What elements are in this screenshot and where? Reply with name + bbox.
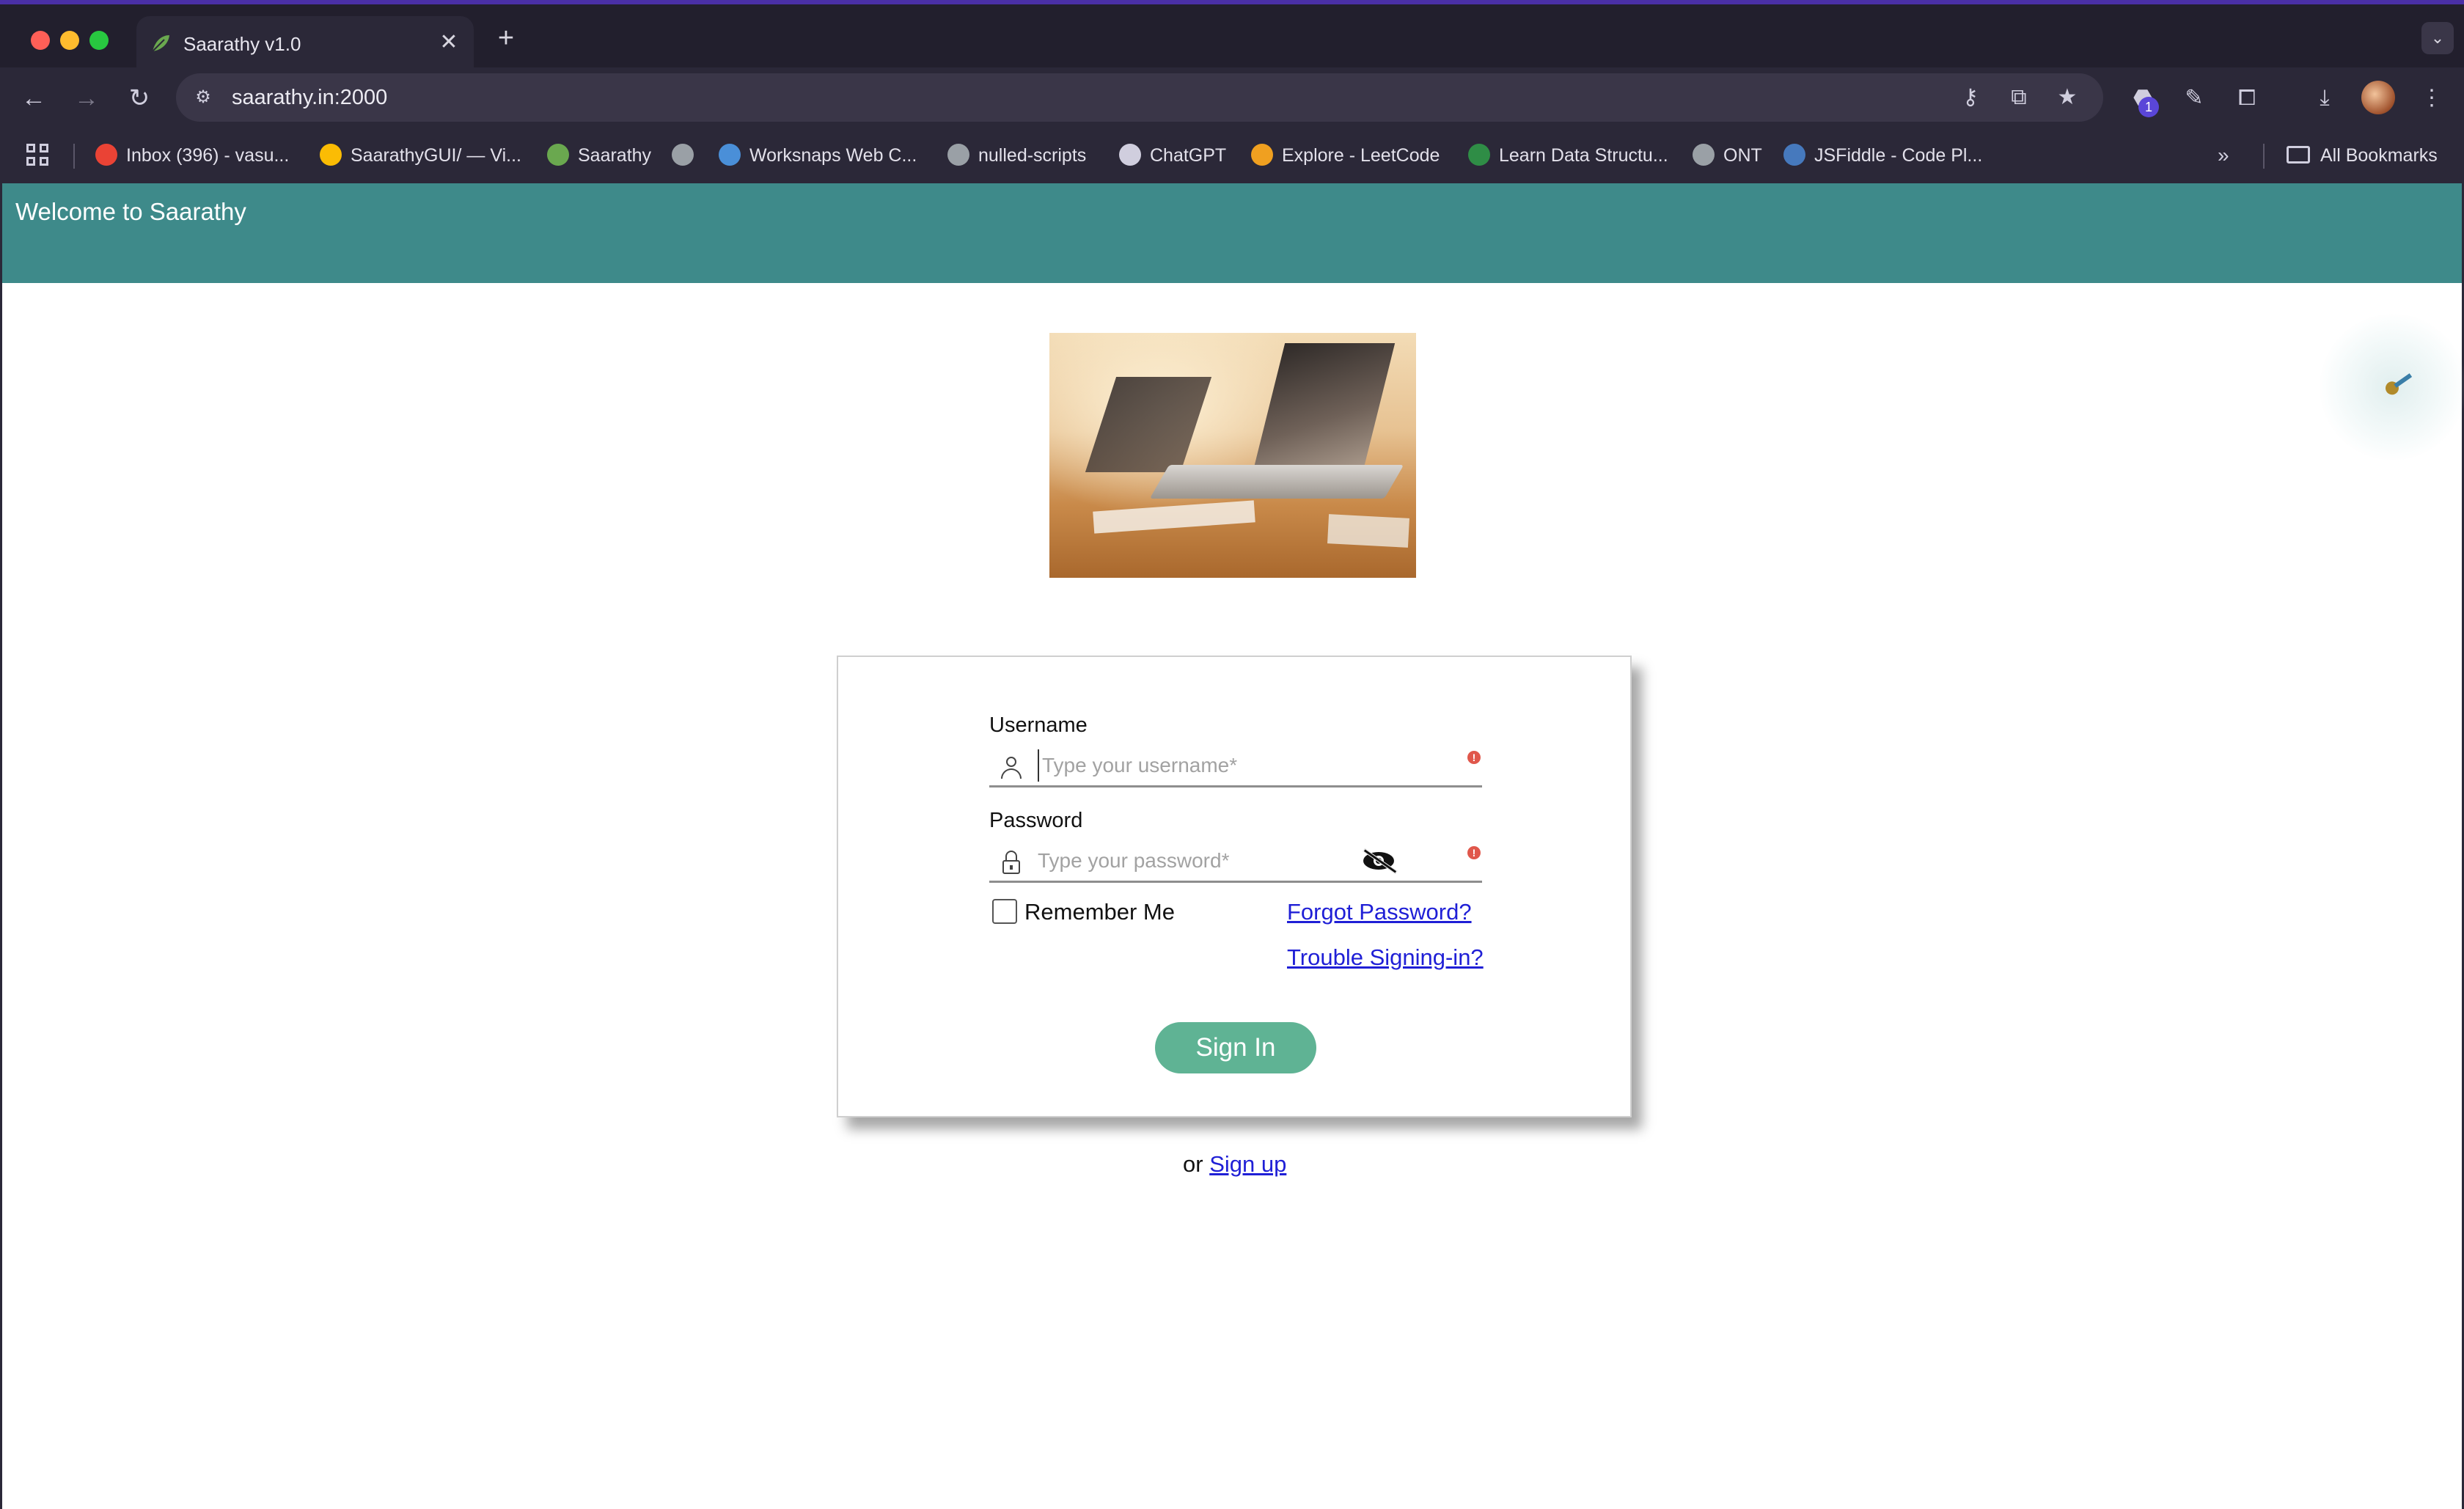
- leetcode-icon: [1251, 144, 1273, 166]
- key-icon: [2380, 366, 2417, 401]
- leaf-icon: [547, 144, 569, 166]
- trouble-signing-in-link[interactable]: Trouble Signing-in?: [1287, 943, 1484, 972]
- leaf-icon: [152, 35, 169, 52]
- bookmark-label: Inbox (396) - vasu...: [126, 145, 290, 166]
- apps-grid-icon[interactable]: [26, 144, 50, 167]
- bookmark-item[interactable]: JSFiddle - Code Pl...: [1783, 141, 1982, 170]
- paper-shape: [1327, 514, 1409, 548]
- username-field[interactable]: !: [989, 744, 1482, 787]
- bookmark-label: ChatGPT: [1150, 145, 1227, 166]
- extension-badge-count: 1: [2138, 97, 2159, 117]
- laptop-screen-shape: [1253, 343, 1396, 468]
- bookmark-star-icon[interactable]: ★: [2052, 82, 2083, 113]
- bookmark-label: Worksnaps Web C...: [749, 145, 917, 166]
- laptop-left-shape: [1085, 377, 1212, 472]
- more-bookmarks-icon[interactable]: »: [2218, 141, 2229, 170]
- close-window-button[interactable]: [31, 31, 50, 50]
- bookmark-item[interactable]: ONT: [1693, 141, 1762, 170]
- globe-icon: [1693, 144, 1715, 166]
- bookmark-label: nulled-scripts: [978, 145, 1087, 166]
- eyedropper-icon[interactable]: ✎: [2178, 82, 2210, 114]
- tab-saarathy[interactable]: Saarathy v1.0 ✕: [136, 16, 474, 72]
- forward-arrow-icon[interactable]: →: [69, 81, 104, 116]
- bookmark-item[interactable]: SaarathyGUI/ — Vi...: [320, 141, 521, 170]
- reload-icon[interactable]: ↻: [122, 81, 157, 116]
- page-content: Welcome to Saarathy Username ! Password …: [0, 183, 2464, 1509]
- minimize-window-button[interactable]: [60, 31, 79, 50]
- folder-icon: [2287, 146, 2310, 164]
- back-arrow-icon[interactable]: ←: [16, 81, 51, 116]
- bookmark-label: ONT: [1723, 145, 1762, 166]
- remember-me-label[interactable]: Remember Me: [1024, 897, 1175, 927]
- signup-prompt: or Sign up: [1183, 1150, 1286, 1179]
- browser-toolbar: ← → ↻ ⚙ saarathy.in:2000 ⚷ ⧉ ★ ⬣ 1 ✎ ⧠ ⤓…: [0, 67, 2464, 128]
- site-info-icon[interactable]: ⚙: [189, 84, 217, 111]
- bookmark-label: JSFiddle - Code Pl...: [1814, 145, 1983, 166]
- bookmark-item[interactable]: Worksnaps Web C...: [719, 141, 917, 170]
- password-manager-widget[interactable]: [2320, 314, 2464, 460]
- globe-icon: [947, 144, 969, 166]
- kebab-menu-icon[interactable]: ⋮: [2416, 82, 2448, 114]
- bookmark-item[interactable]: [672, 141, 703, 170]
- worksnaps-icon: [719, 144, 741, 166]
- bookmark-label: Explore - LeetCode: [1282, 145, 1440, 166]
- sign-in-button[interactable]: Sign In: [1155, 1022, 1316, 1073]
- all-bookmarks-label: All Bookmarks: [2320, 145, 2438, 166]
- globe-icon: [672, 144, 694, 166]
- bookmark-item[interactable]: ChatGPT: [1119, 141, 1226, 170]
- address-bar[interactable]: ⚙ saarathy.in:2000 ⚷ ⧉ ★: [176, 73, 2103, 122]
- bookmark-label: Learn Data Structu...: [1499, 145, 1668, 166]
- username-input[interactable]: [1038, 749, 1375, 782]
- password-key-icon[interactable]: ⚷: [1955, 82, 1986, 113]
- divider: [2263, 144, 2265, 169]
- laptop-hero-image: [1049, 333, 1416, 578]
- close-tab-icon[interactable]: ✕: [436, 28, 462, 57]
- welcome-title: Welcome to Saarathy: [15, 198, 246, 225]
- password-input[interactable]: [1038, 845, 1375, 877]
- all-bookmarks-button[interactable]: All Bookmarks: [2287, 141, 2438, 170]
- divider: [73, 144, 75, 169]
- url-text[interactable]: saarathy.in:2000: [232, 82, 387, 113]
- tab-search-icon[interactable]: ⌄: [2421, 22, 2454, 54]
- paper-shape: [1093, 500, 1255, 534]
- tab-strip: Saarathy v1.0 ✕ + ⌄: [0, 0, 2464, 72]
- eye-slash-icon[interactable]: [1362, 846, 1398, 875]
- error-icon: !: [1467, 751, 1481, 764]
- password-label: Password: [989, 809, 1083, 832]
- user-icon: [1000, 755, 1023, 780]
- profile-avatar[interactable]: [2361, 81, 2395, 114]
- puzzle-icon[interactable]: ⧠: [2231, 82, 2263, 114]
- browser-chrome: Saarathy v1.0 ✕ + ⌄ ← → ↻ ⚙ saarathy.in:…: [0, 0, 2464, 183]
- lock-icon: [1000, 851, 1023, 875]
- jsfiddle-icon: [1783, 144, 1805, 166]
- page-header: Welcome to Saarathy: [2, 183, 2462, 283]
- bookmark-item[interactable]: Saarathy: [547, 141, 651, 170]
- remember-me-checkbox[interactable]: [992, 899, 1017, 924]
- download-icon[interactable]: ⤓: [2309, 82, 2341, 114]
- username-label: Username: [989, 713, 1088, 737]
- signup-prefix: or: [1183, 1151, 1210, 1177]
- bookmark-label: SaarathyGUI/ — Vi...: [351, 145, 521, 166]
- bookmark-item[interactable]: Inbox (396) - vasu...: [95, 141, 289, 170]
- password-field[interactable]: !: [989, 839, 1482, 883]
- bookmark-item[interactable]: Learn Data Structu...: [1468, 141, 1668, 170]
- chrome-icon: [320, 144, 342, 166]
- open-external-icon[interactable]: ⧉: [2003, 82, 2034, 113]
- openai-icon: [1119, 144, 1141, 166]
- gmail-icon: [95, 144, 117, 166]
- login-card: Username ! Password ! Remember Me Forgot…: [837, 656, 1632, 1117]
- bookmark-label: Saarathy: [578, 145, 652, 166]
- gfg-icon: [1468, 144, 1490, 166]
- tab-title: Saarathy v1.0: [183, 33, 301, 55]
- bookmark-item[interactable]: nulled-scripts: [947, 141, 1086, 170]
- new-tab-button[interactable]: +: [491, 23, 521, 53]
- forgot-password-link[interactable]: Forgot Password?: [1287, 897, 1472, 927]
- error-icon: !: [1467, 846, 1481, 859]
- sign-up-link[interactable]: Sign up: [1209, 1151, 1286, 1177]
- bookmarks-bar: Inbox (396) - vasu... SaarathyGUI/ — Vi..…: [0, 128, 2464, 183]
- laptop-base-shape: [1149, 465, 1404, 499]
- bookmark-item[interactable]: Explore - LeetCode: [1251, 141, 1440, 170]
- maximize-window-button[interactable]: [89, 31, 109, 50]
